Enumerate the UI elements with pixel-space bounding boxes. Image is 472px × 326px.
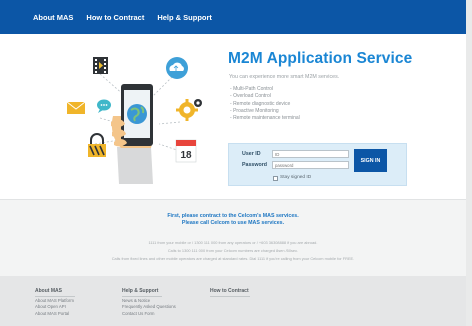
contract-notice: First, please contract to the Celcom's M… [167, 213, 299, 219]
lock-icon [88, 133, 106, 157]
video-icon [93, 57, 108, 74]
nav-about-mas[interactable]: About MAS [33, 13, 73, 22]
stay-signed-checkbox[interactable] [273, 176, 278, 181]
page: About MAS How to Contract Help & Support [0, 0, 466, 326]
feature-item: Proactive Monitoring [230, 108, 300, 115]
password-input[interactable] [272, 161, 349, 169]
footer-link[interactable]: About MAS Portal [35, 311, 74, 317]
nav-how-to-contract[interactable]: How to Contract [86, 13, 144, 22]
footer: About MAS About MAS Platform About Open … [0, 276, 466, 326]
chat-icon [97, 99, 111, 113]
page-subtitle: You can experience more smart M2M servic… [229, 74, 340, 80]
calendar-icon: 18 [175, 139, 197, 163]
userid-input[interactable] [272, 150, 349, 158]
gear-icon [176, 99, 202, 121]
hand-phone-icon [111, 84, 153, 184]
feature-item: Remote maintenance terminal [230, 115, 300, 122]
nav-help-support[interactable]: Help & Support [157, 13, 212, 22]
footer-heading-contract[interactable]: How to Contract [210, 288, 250, 297]
page-title: M2M Application Service [228, 50, 413, 67]
footer-link[interactable]: Contact Us Form [122, 311, 176, 317]
sign-in-button[interactable]: SIGN IN [354, 149, 387, 172]
feature-item: Overload Control [230, 93, 300, 100]
password-label: Password [242, 162, 268, 168]
footer-links-help: News & Notice Frequently Asked Questions… [122, 298, 176, 317]
footer-links-about: About MAS Platform About Open API About … [35, 298, 74, 317]
m2m-illustration: 18 [66, 57, 202, 184]
call-notice: Please call Celcom to use MAS services. [181, 220, 285, 226]
feature-item: Multi-Path Control [230, 86, 300, 93]
footer-heading-about: About MAS [35, 288, 75, 297]
userid-label: User ID [242, 151, 261, 157]
feature-item: Remote diagnostic device [230, 101, 300, 108]
contract-info-section: First, please contract to the Celcom's M… [0, 199, 466, 276]
footer-link[interactable]: Frequently Asked Questions [122, 304, 176, 310]
call-info-line: Calls to 1300 111 000 from your Celcom n… [167, 248, 299, 253]
mail-icon [66, 101, 86, 114]
calendar-number: 18 [180, 150, 192, 161]
call-info-line: 1111 from your mobile or / 1300 111 000 … [148, 240, 318, 245]
top-navigation: About MAS How to Contract Help & Support [0, 0, 466, 34]
call-info-line: Calls from fixed lines and other mobile … [111, 256, 355, 261]
footer-heading-help: Help & Support [122, 288, 162, 297]
stay-signed-label: Stay signed ID [280, 175, 312, 180]
feature-list: Multi-Path Control Overload Control Remo… [230, 86, 300, 122]
cloud-sync-icon [166, 57, 188, 79]
